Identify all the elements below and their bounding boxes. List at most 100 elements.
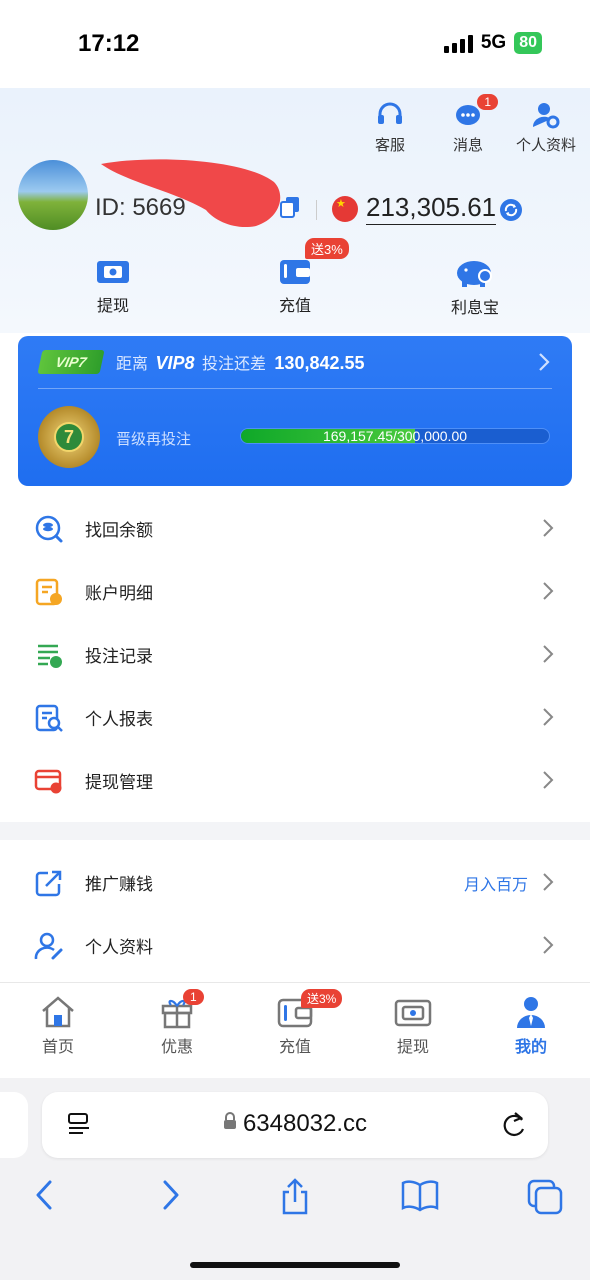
vip-upgrade-label: 晋级再投注 xyxy=(116,431,192,448)
status-time: 17:12 xyxy=(78,30,140,57)
tab-home[interactable]: 首页 xyxy=(8,995,108,1057)
tabs-icon[interactable] xyxy=(526,1178,564,1216)
profile-edit-icon xyxy=(34,932,63,960)
tab-mine[interactable]: 我的 xyxy=(481,995,581,1057)
avatar[interactable] xyxy=(18,160,88,230)
promotions-badge: 1 xyxy=(183,989,204,1005)
profile-header: 客服 1 消息 个人资料 ID: 5669 213,305.61 xyxy=(0,88,590,333)
signal-icon xyxy=(443,33,473,53)
bookmarks-icon[interactable] xyxy=(400,1178,440,1212)
previous-tab-preview[interactable] xyxy=(0,1092,28,1158)
tab-label: 我的 xyxy=(514,1039,547,1056)
messages-label: 消息 xyxy=(452,137,483,154)
account-details-icon xyxy=(35,578,62,606)
tab-label: 首页 xyxy=(41,1039,74,1056)
refresh-icon[interactable] xyxy=(499,198,523,222)
vip-divider xyxy=(38,388,552,389)
profile-settings-label: 个人资料 xyxy=(516,137,577,154)
user-id: ID: 5669 xyxy=(95,194,186,221)
bottom-tab-bar: 首页 1 优惠 送3% 充值 提现 我的 xyxy=(0,982,590,1078)
lock-icon xyxy=(223,1112,236,1129)
vip-medal-level: 7 xyxy=(54,422,84,452)
piggy-bank-icon xyxy=(457,261,492,287)
vip-remaining-amount: 130,842.55 xyxy=(274,353,365,373)
vip-distance-suffix: 投注还差 xyxy=(201,356,266,373)
interest-treasure-label: 利息宝 xyxy=(450,300,499,317)
reload-icon[interactable] xyxy=(500,1110,528,1140)
withdraw-icon xyxy=(97,261,129,283)
vip-current-tag: VIP7 xyxy=(37,350,105,374)
withdraw-manage-icon xyxy=(34,769,62,794)
profile-settings-button[interactable]: 个人资料 xyxy=(516,100,577,155)
separator xyxy=(316,200,317,220)
vip-next-level: VIP8 xyxy=(155,353,195,373)
promote-extra-text: 月入百万 xyxy=(463,877,528,894)
back-icon[interactable] xyxy=(33,1178,55,1212)
share-icon[interactable] xyxy=(279,1178,311,1216)
messages-badge: 1 xyxy=(477,94,498,110)
recover-balance-icon xyxy=(35,515,63,543)
vip-progress-bar: 169,157.45/300,000.00 xyxy=(240,428,550,444)
deposit-promo-badge: 送3% xyxy=(305,238,349,259)
chevron-right-icon xyxy=(543,519,554,537)
tab-label: 提现 xyxy=(396,1039,429,1056)
menu-label: 账户明细 xyxy=(85,584,153,603)
vip-distance-prefix: 距离 xyxy=(116,356,149,373)
tab-label: 充值 xyxy=(278,1039,311,1056)
share-icon xyxy=(35,870,62,897)
chevron-right-icon xyxy=(543,771,554,789)
menu-item-personal-report[interactable]: 个人报表 xyxy=(0,685,590,748)
user-settings-icon xyxy=(532,103,560,129)
copy-icon[interactable] xyxy=(280,196,300,218)
vip-medal-icon: 7 xyxy=(38,406,100,468)
balance-amount: 213,305.61 xyxy=(366,192,497,225)
quick-actions: 提现 送3% 充值 利息宝 xyxy=(0,238,590,326)
withdraw-button[interactable]: 提现 xyxy=(53,256,173,316)
withdraw-icon xyxy=(394,999,432,1027)
vip-progress-text: 169,157.45/300,000.00 xyxy=(322,428,468,444)
home-icon xyxy=(42,996,74,1028)
tab-deposit[interactable]: 送3% 充值 xyxy=(245,989,345,1057)
menu-item-withdraw-management[interactable]: 提现管理 xyxy=(0,748,590,811)
withdraw-label: 提现 xyxy=(96,298,129,315)
address-bar[interactable]: 6348032.cc xyxy=(42,1092,548,1158)
bet-records-icon xyxy=(38,644,62,668)
url-text: 6348032.cc xyxy=(242,1110,368,1137)
menu-item-account-details[interactable]: 账户明细 xyxy=(0,559,590,622)
menu-label: 找回余额 xyxy=(85,521,153,540)
wallet-icon xyxy=(280,260,310,284)
browser-toolbar: 6348032.cc xyxy=(0,1078,590,1280)
vip-distance-line: 距离 VIP8 投注还差 130,842.55 xyxy=(116,350,365,374)
menu-primary: 找回余额 账户明细 投注记录 个人报表 提现管理 xyxy=(0,496,590,811)
deposit-tab-badge: 送3% xyxy=(301,989,343,1008)
url-display: 6348032.cc xyxy=(42,1110,548,1138)
person-icon xyxy=(517,997,545,1028)
menu-item-bet-records[interactable]: 投注记录 xyxy=(0,622,590,685)
messages-button[interactable]: 1 消息 xyxy=(440,94,498,155)
tab-promotions[interactable]: 1 优惠 xyxy=(127,989,227,1057)
tab-withdraw[interactable]: 提现 xyxy=(363,995,463,1057)
menu-item-profile[interactable]: 个人资料 xyxy=(0,913,590,976)
menu-item-promote-earn[interactable]: 推广赚钱 月入百万 xyxy=(0,850,590,913)
deposit-button[interactable]: 送3% 充值 xyxy=(235,238,355,316)
battery-icon: 80 xyxy=(514,32,542,54)
menu-label: 提现管理 xyxy=(85,773,153,792)
network-type: 5G xyxy=(480,32,507,53)
menu-item-recover-balance[interactable]: 找回余额 xyxy=(0,496,590,559)
status-indicators: 5G 80 xyxy=(443,32,542,54)
headset-icon xyxy=(378,102,402,124)
browser-nav-row xyxy=(0,1178,590,1218)
vip-card[interactable]: VIP7 距离 VIP8 投注还差 130,842.55 7 晋级再投注 169… xyxy=(18,336,572,486)
customer-service-label: 客服 xyxy=(374,137,405,154)
chevron-right-icon xyxy=(543,645,554,663)
chevron-right-icon xyxy=(539,353,550,371)
deposit-label: 充值 xyxy=(278,298,311,315)
interest-treasure-button[interactable]: 利息宝 xyxy=(415,256,535,318)
top-actions: 客服 1 消息 个人资料 xyxy=(362,94,577,155)
customer-service-button[interactable]: 客服 xyxy=(362,100,418,155)
section-divider xyxy=(0,822,590,840)
chevron-right-icon xyxy=(543,708,554,726)
forward-icon[interactable] xyxy=(160,1178,182,1212)
menu-label: 推广赚钱 xyxy=(85,875,153,894)
menu-label: 个人资料 xyxy=(85,938,153,957)
